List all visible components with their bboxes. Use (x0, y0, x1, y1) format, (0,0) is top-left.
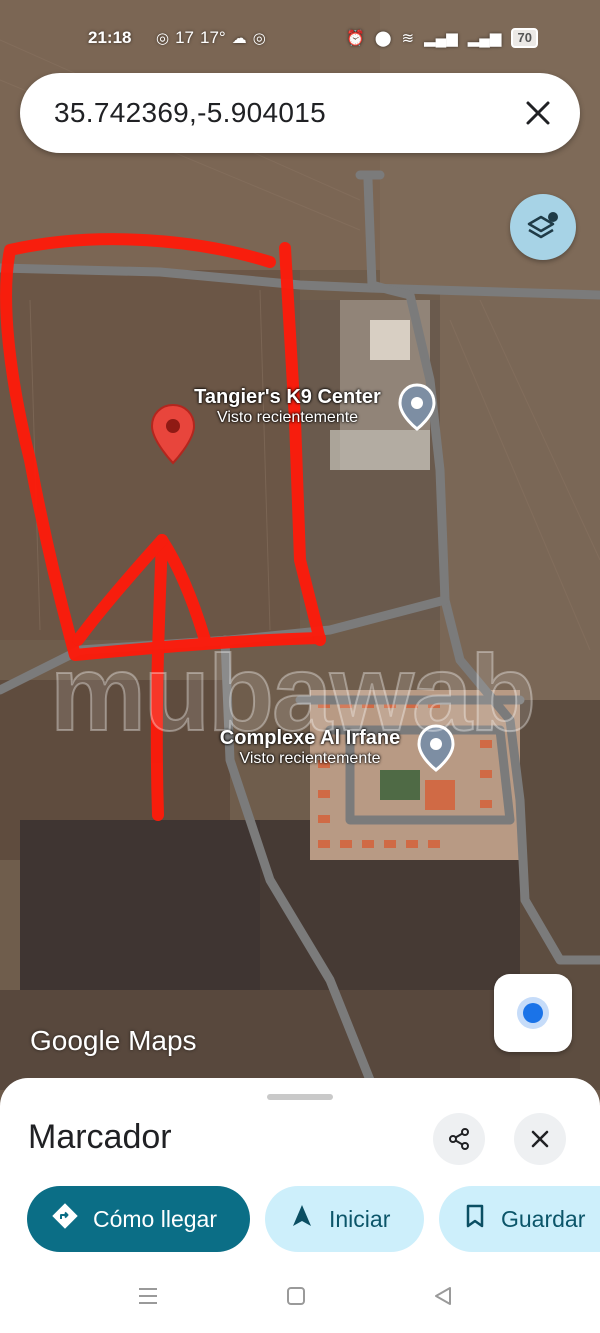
save-button[interactable]: Guardar (439, 1186, 600, 1252)
satellite-map[interactable]: Tangier's K9 Center Visto recientemente … (0, 0, 600, 1090)
directions-icon (51, 1202, 79, 1236)
search-bar[interactable]: 35.742369,-5.904015 (20, 73, 580, 153)
drag-handle[interactable] (267, 1094, 333, 1100)
location-dot-icon (523, 1003, 543, 1023)
start-button[interactable]: Iniciar (265, 1186, 424, 1252)
close-icon (528, 1127, 552, 1156)
status-left-icons: ◎ 17 17° ☁ ◎ (156, 28, 266, 48)
place-label-k9[interactable]: Tangier's K9 Center Visto recientemente (170, 386, 405, 427)
share-icon (447, 1127, 471, 1156)
status-right-icons: ⏰ ⬤ ≋ ▂▄▆ ▂▄▆ 70 (346, 28, 538, 48)
wifi-icon: ≋ (401, 30, 415, 47)
place-subtitle: Visto recientemente (216, 409, 359, 426)
directions-label: Cómo llegar (93, 1205, 217, 1232)
search-input[interactable]: 35.742369,-5.904015 (54, 97, 326, 129)
bookmark-icon (463, 1203, 487, 1235)
place-title: Tangier's K9 Center (194, 386, 381, 408)
my-location-button[interactable] (494, 974, 572, 1052)
google-maps-logo: Google Maps (30, 1025, 197, 1056)
temperature: 17° (200, 28, 226, 47)
alarm-icon: ⏰ (346, 30, 365, 47)
close-sheet-button[interactable] (514, 1113, 566, 1165)
layers-icon (525, 209, 561, 250)
recent-apps-icon[interactable] (136, 1284, 160, 1313)
start-label: Iniciar (329, 1205, 391, 1232)
notification-count: 17 (175, 28, 195, 47)
back-icon[interactable] (431, 1284, 455, 1313)
signal-icon: ▂▄▆ (424, 30, 458, 47)
weather-icon: ☁ (231, 30, 247, 47)
watermark: mubawab (49, 631, 537, 754)
share-button[interactable] (433, 1113, 485, 1165)
home-icon[interactable] (284, 1284, 308, 1313)
signal-icon: ▂▄▆ (467, 30, 502, 47)
instagram-icon: ◎ (252, 30, 266, 47)
battery-icon: 70 (511, 28, 538, 48)
directions-button[interactable]: Cómo llegar (27, 1186, 250, 1252)
navigation-arrow-icon (289, 1203, 315, 1235)
sheet-title: Marcador (28, 1118, 172, 1156)
close-icon[interactable] (520, 95, 556, 131)
location-icon: ⬤ (374, 30, 392, 47)
place-pin-icon[interactable] (397, 383, 437, 431)
save-label: Guardar (501, 1205, 586, 1232)
system-nav-bar (0, 1280, 600, 1316)
status-time: 21:18 (88, 28, 132, 47)
instagram-icon: ◎ (156, 30, 170, 47)
layers-button[interactable] (510, 194, 576, 260)
status-bar: 21:18 ◎ 17 17° ☁ ◎ ⏰ ⬤ ≋ ▂▄▆ ▂▄▆ 70 (0, 22, 600, 56)
